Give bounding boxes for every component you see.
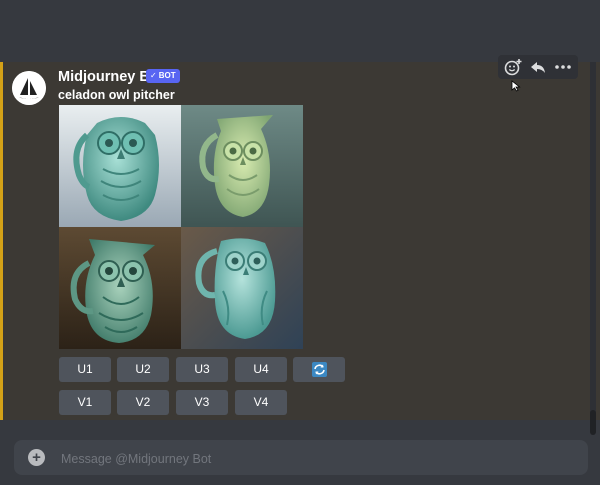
scrollbar-track[interactable] (590, 62, 596, 420)
image-tile-1 (59, 105, 181, 227)
more-options-button[interactable] (552, 57, 574, 77)
image-tile-3 (59, 227, 181, 349)
generated-image-grid[interactable] (59, 105, 303, 349)
message-input[interactable] (59, 440, 563, 477)
upscale-button-3[interactable]: U3 (176, 357, 228, 382)
avatar[interactable] (12, 71, 46, 105)
refresh-icon (312, 362, 327, 377)
variation-button-1[interactable]: V1 (59, 390, 111, 415)
more-options-icon (555, 65, 571, 69)
variation-button-2[interactable]: V2 (117, 390, 169, 415)
reply-button[interactable] (527, 57, 549, 77)
upscale-button-2[interactable]: U2 (117, 357, 169, 382)
reply-icon (531, 62, 545, 73)
image-tile-2 (181, 105, 303, 227)
add-reaction-icon (504, 59, 522, 76)
prompt-text: celadon owl pitcher (58, 88, 175, 102)
top-area (0, 0, 600, 60)
sailboat-icon (12, 71, 46, 105)
variation-button-3[interactable]: V3 (176, 390, 228, 415)
bot-tag-label: BOT (158, 71, 176, 80)
upscale-button-4[interactable]: U4 (235, 357, 287, 382)
scrollbar-thumb[interactable] (590, 410, 596, 435)
add-reaction-button[interactable] (502, 57, 524, 77)
reroll-button[interactable] (293, 357, 345, 382)
mention-highlight-bar (0, 62, 3, 420)
upscale-button-1[interactable]: U1 (59, 357, 111, 382)
upload-plus-icon[interactable]: + (28, 449, 45, 466)
verified-check-icon: ✓ (150, 71, 157, 80)
message-composer: + (14, 440, 588, 477)
variation-button-4[interactable]: V4 (235, 390, 287, 415)
mouse-cursor-icon (511, 80, 521, 92)
image-tile-4 (181, 227, 303, 349)
bot-tag: ✓ BOT (146, 69, 180, 83)
message-toolbar (498, 55, 578, 79)
